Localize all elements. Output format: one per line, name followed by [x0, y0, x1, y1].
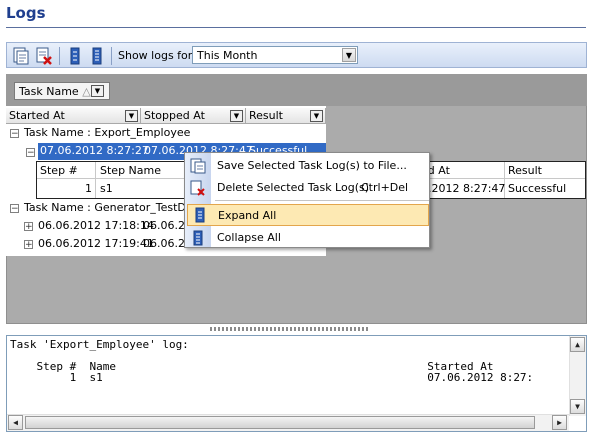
context-menu: Save Selected Task Log(s) to File... Del…: [184, 152, 430, 248]
period-select-value: This Month: [197, 49, 258, 62]
collapse-all-button[interactable]: [87, 46, 107, 66]
log-line: 1 s1 07.06.2012 8:27:: [10, 371, 534, 384]
column-header-stopped-at[interactable]: Stopped At ▼: [141, 108, 246, 124]
filter-dropdown-icon[interactable]: ▼: [310, 110, 323, 122]
scroll-down-icon[interactable]: ▼: [570, 399, 585, 414]
menu-item-delete-logs[interactable]: Delete Selected Task Log(s) Ctrl+Del: [185, 177, 429, 199]
expand-all-icon: [195, 207, 205, 223]
show-logs-label: Show logs for: [118, 49, 193, 62]
collapse-icon[interactable]: −: [10, 204, 19, 214]
view-log-button[interactable]: [11, 46, 31, 66]
scrollbar-thumb[interactable]: [25, 416, 535, 429]
view-log-icon: [13, 47, 29, 65]
filter-dropdown-icon[interactable]: ▼: [125, 110, 138, 122]
scroll-up-icon[interactable]: ▲: [570, 337, 585, 352]
menu-item-collapse-all[interactable]: Collapse All: [185, 227, 429, 249]
scroll-left-icon[interactable]: ◀: [8, 415, 23, 430]
title-divider: [6, 27, 586, 28]
menu-item-save-logs[interactable]: Save Selected Task Log(s) to File...: [185, 155, 429, 177]
toolbar-separator: [111, 47, 112, 65]
column-header-result[interactable]: Result ▼: [246, 108, 326, 124]
menu-separator: [215, 200, 429, 201]
collapse-icon[interactable]: −: [26, 148, 35, 158]
menu-item-expand-all[interactable]: Expand All: [187, 204, 429, 226]
chevron-down-icon[interactable]: ▼: [91, 85, 104, 97]
log-text-area[interactable]: Task 'Export_Employee' log: Step # Name …: [6, 335, 587, 432]
log-line: Task 'Export_Employee' log:: [10, 338, 189, 351]
sort-ascending-icon: △: [82, 85, 91, 98]
period-select[interactable]: This Month ▼: [192, 46, 358, 64]
group-by-label: Task Name: [19, 85, 79, 98]
delete-log-icon: [190, 180, 205, 196]
toolbar-separator: [59, 47, 60, 65]
delete-log-icon: [36, 47, 52, 65]
page-title: Logs: [6, 4, 46, 22]
collapse-all-icon: [92, 47, 102, 65]
logs-toolbar: Show logs for This Month ▼: [6, 42, 587, 68]
column-header-started-at[interactable]: Started At ▼: [6, 108, 141, 124]
group-by-panel: Task Name △ ▼: [6, 74, 587, 106]
collapse-icon[interactable]: −: [10, 129, 19, 139]
group-row[interactable]: − Task Name : Export_Employee: [8, 125, 326, 142]
expand-icon[interactable]: +: [24, 222, 33, 232]
delete-log-button[interactable]: [34, 46, 54, 66]
scroll-right-icon[interactable]: ▶: [552, 415, 567, 430]
expand-all-button[interactable]: [65, 46, 85, 66]
expand-icon[interactable]: +: [24, 240, 33, 250]
horizontal-scrollbar[interactable]: ◀ ▶: [7, 414, 569, 431]
save-log-icon: [190, 158, 206, 174]
expand-all-icon: [70, 47, 80, 65]
filter-dropdown-icon[interactable]: ▼: [230, 110, 243, 122]
collapse-all-icon: [193, 230, 203, 246]
chevron-down-icon[interactable]: ▼: [342, 48, 356, 62]
vertical-scrollbar[interactable]: ▲ ▼: [569, 336, 586, 416]
group-by-task-name[interactable]: Task Name △ ▼: [14, 82, 110, 100]
splitter-handle[interactable]: [210, 327, 370, 331]
